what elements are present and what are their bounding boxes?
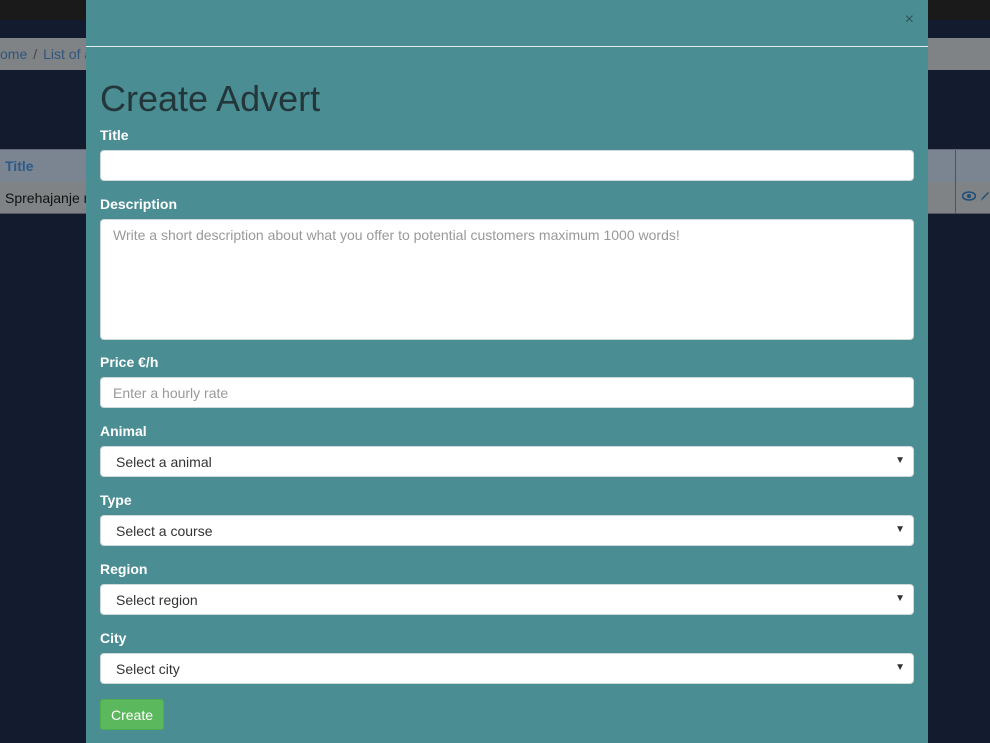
row-actions (961, 189, 990, 205)
title-label: Title (100, 127, 129, 143)
table-column-divider (955, 182, 956, 213)
region-select-value: Select region (116, 592, 198, 608)
table-column-divider (955, 150, 956, 183)
animal-select-value: Select a animal (116, 454, 212, 470)
city-select-value: Select city (116, 661, 180, 677)
chevron-down-icon: ▼ (895, 524, 905, 535)
modal-header: × (86, 0, 928, 47)
description-label: Description (100, 196, 178, 212)
description-field-wrapper (86, 219, 928, 340)
animal-label: Animal (100, 423, 147, 439)
city-select[interactable]: Select city ▼ (100, 653, 914, 684)
title-input[interactable] (100, 150, 914, 181)
city-label: City (100, 630, 127, 646)
type-select-value: Select a course (116, 523, 213, 539)
breadcrumb: ome / List of a (0, 46, 92, 62)
create-button[interactable]: Create (100, 699, 164, 730)
description-textarea[interactable] (100, 219, 914, 340)
chevron-down-icon: ▼ (895, 662, 905, 673)
type-label: Type (100, 492, 132, 508)
eye-icon[interactable] (961, 189, 980, 205)
animal-select[interactable]: Select a animal ▼ (100, 446, 914, 477)
price-input[interactable] (100, 377, 914, 408)
price-label: Price €/h (100, 354, 159, 370)
modal-title: Create Advert (100, 78, 321, 119)
breadcrumb-separator: / (33, 46, 38, 62)
breadcrumb-current-link[interactable]: List of a (43, 46, 92, 62)
table-header-title[interactable]: Title (5, 158, 34, 174)
region-select[interactable]: Select region ▼ (100, 584, 914, 615)
breadcrumb-home-link[interactable]: ome (0, 46, 27, 62)
chevron-down-icon: ▼ (895, 455, 905, 466)
table-cell-title: Sprehajanje m (5, 190, 96, 206)
type-select[interactable]: Select a course ▼ (100, 515, 914, 546)
create-advert-modal: × Create Advert Title Description Price … (86, 0, 928, 743)
close-icon[interactable]: × (905, 11, 914, 29)
pencil-icon[interactable] (980, 189, 990, 205)
chevron-down-icon: ▼ (895, 593, 905, 604)
region-label: Region (100, 561, 148, 577)
